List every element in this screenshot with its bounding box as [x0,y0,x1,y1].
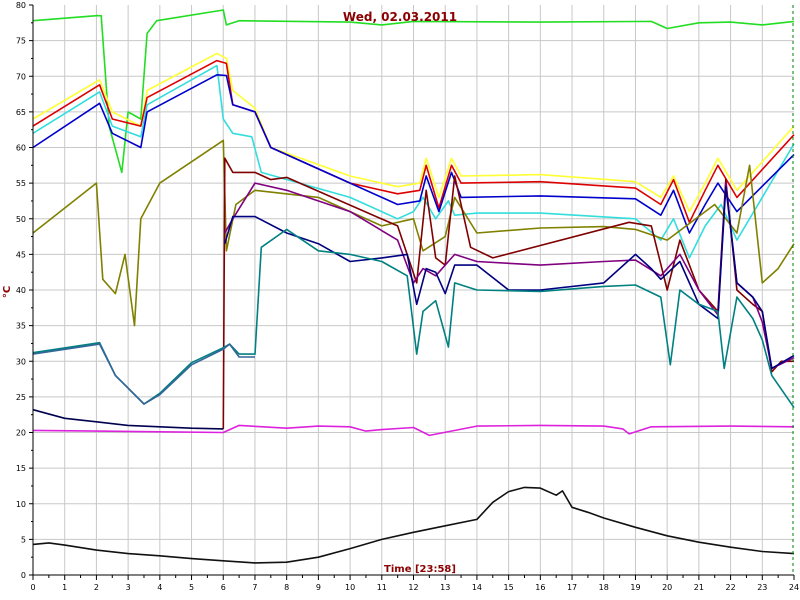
x-tick-label: 14 [472,583,482,592]
x-tick-label: 2 [94,583,99,592]
y-tick-label: 10 [16,500,26,509]
y-tick-label: 70 [16,72,26,81]
y-tick-label: 45 [16,250,26,259]
y-axis-label: °C [2,286,13,298]
x-tick-label: 9 [316,583,321,592]
y-tick-label: 15 [16,464,26,473]
y-tick-label: 30 [16,357,26,366]
x-tick-label: 6 [221,583,226,592]
y-tick-label: 50 [16,215,26,224]
y-tick-label: 0 [21,571,26,580]
x-tick-label: 11 [377,583,387,592]
temperature-line-chart: 0 1 2 3 4 5 6 7 8 9 10 11 12 13 14 15 16 17 18 19 20 21 22 23 24… [0,0,800,600]
x-tick-label: 8 [284,583,289,592]
x-tick-label: 7 [252,583,257,592]
x-tick-label: 15 [504,583,514,592]
x-tick-label: 21 [694,583,704,592]
x-tick-label: 20 [662,583,672,592]
x-tick-label: 13 [440,583,450,592]
x-axis-label: Time [23:58] [384,564,456,575]
x-tick-label: 22 [725,583,735,592]
y-tick-label: 65 [16,108,26,117]
y-tick-label: 5 [21,535,26,544]
x-tick-label: 16 [535,583,545,592]
y-tick-label: 35 [16,322,26,331]
y-tick-label: 80 [16,1,26,10]
x-tick-label: 0 [30,583,35,592]
y-tick-label: 20 [16,429,26,438]
x-tick-label: 10 [345,583,355,592]
x-tick-label: 4 [157,583,162,592]
chart-title: Wed, 02.03.2011 [343,10,457,24]
x-tick-label: 19 [630,583,640,592]
y-tick-label: 55 [16,179,26,188]
y-tick-label: 40 [16,286,26,295]
x-tick-label: 5 [189,583,194,592]
x-tick-label: 24 [789,583,799,592]
y-tick-label: 75 [16,37,26,46]
y-tick-label: 60 [16,144,26,153]
x-tick-label: 18 [599,583,609,592]
x-tick-label: 1 [62,583,67,592]
y-tick-label: 25 [16,393,26,402]
x-tick-label: 17 [567,583,577,592]
x-tick-label: 12 [408,583,418,592]
x-tick-label: 3 [126,583,131,592]
x-tick-label: 23 [757,583,767,592]
chart-background [0,0,800,600]
